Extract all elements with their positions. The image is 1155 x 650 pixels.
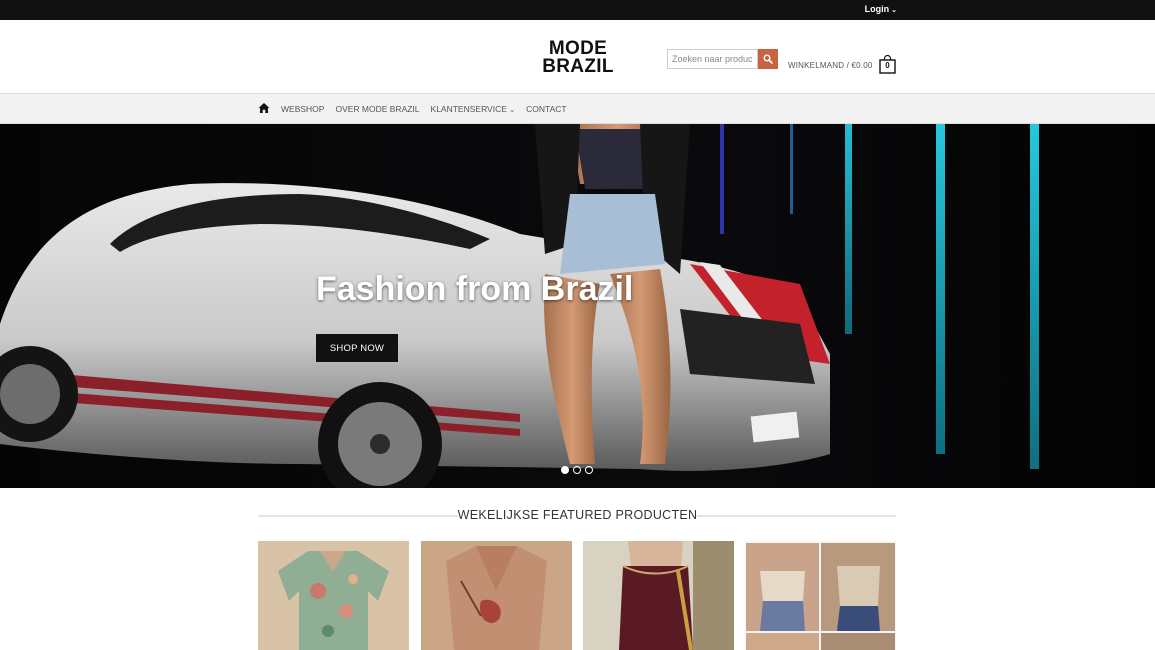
- nav-item-over-mode-brazil[interactable]: OVER MODE BRAZIL: [335, 104, 419, 114]
- logo-line-2: BRAZIL: [542, 56, 614, 77]
- product-image: [421, 541, 572, 650]
- search-form: [667, 49, 778, 69]
- search-input[interactable]: [667, 49, 758, 69]
- hero-slider: Fashion from Brazil SHOP NOW: [0, 124, 1155, 488]
- featured-section-title: WEKELIJKSE FEATURED PRODUCTEN: [457, 508, 698, 522]
- site-header: MODE BRAZIL WINKELMAND / €0.00 0: [0, 20, 1155, 93]
- product-image: [745, 541, 896, 650]
- main-nav: WEBSHOP OVER MODE BRAZIL KLANTENSERVICE …: [0, 93, 1155, 124]
- product-image: [258, 541, 409, 650]
- product-card[interactable]: [258, 541, 409, 650]
- hero-title: Fashion from Brazil: [316, 270, 634, 308]
- home-icon[interactable]: [258, 102, 270, 114]
- top-bar: Login ⌄: [0, 0, 1155, 20]
- cart-link[interactable]: WINKELMAND / €0.00: [788, 61, 873, 70]
- chevron-down-icon: ⌄: [891, 7, 897, 14]
- section-divider-right: [697, 515, 896, 517]
- nav-item-contact[interactable]: CONTACT: [526, 104, 566, 114]
- login-label: Login: [864, 4, 890, 14]
- slider-dot[interactable]: [585, 466, 593, 474]
- login-menu[interactable]: Login ⌄: [865, 4, 897, 14]
- cart-icon[interactable]: 0: [879, 54, 896, 74]
- slider-dots: [561, 466, 593, 474]
- product-image: [583, 541, 734, 650]
- product-card[interactable]: [745, 541, 896, 650]
- nav-item-webshop[interactable]: WEBSHOP: [281, 104, 324, 114]
- chevron-down-icon: ⌄: [509, 107, 516, 114]
- search-button[interactable]: [758, 49, 778, 69]
- shop-now-button[interactable]: SHOP NOW: [316, 334, 398, 362]
- site-logo[interactable]: MODE BRAZIL: [540, 39, 616, 77]
- slider-dot[interactable]: [573, 466, 581, 474]
- nav-item-klantenservice[interactable]: KLANTENSERVICE ⌄: [431, 104, 516, 114]
- product-card[interactable]: [583, 541, 734, 650]
- cart-count: 0: [885, 61, 890, 70]
- slider-dot[interactable]: [561, 466, 569, 474]
- nav-items: WEBSHOP OVER MODE BRAZIL KLANTENSERVICE …: [281, 104, 567, 114]
- search-icon: [763, 54, 773, 64]
- product-card[interactable]: [421, 541, 572, 650]
- nav-item-klantenservice-label: KLANTENSERVICE: [430, 104, 507, 114]
